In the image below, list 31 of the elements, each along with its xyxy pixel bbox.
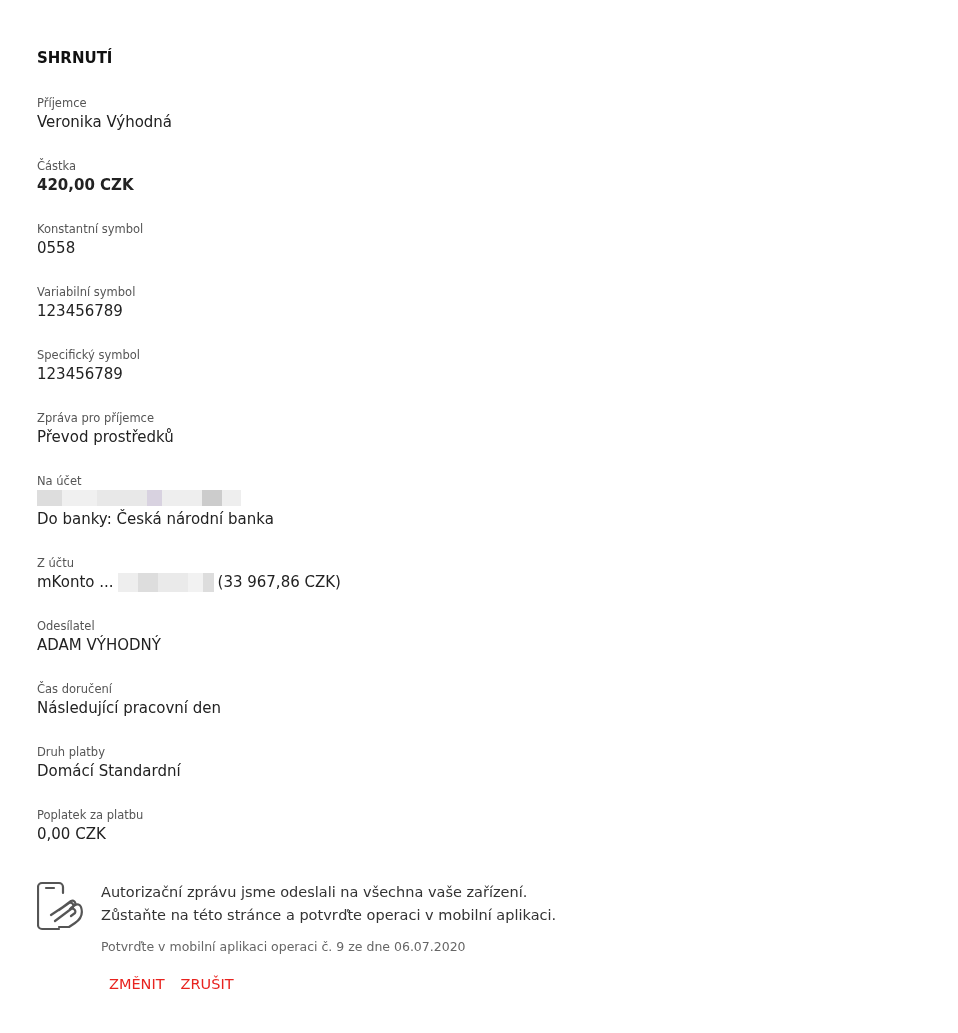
field-value: 123456789 [37,364,123,385]
account-name: mKonto ... [37,572,114,593]
field-value: 420,00 CZK [37,175,134,196]
field-label: Specifický symbol [37,348,140,363]
field-value: Následující pracovní den [37,698,222,719]
field-label: Zpráva pro příjemce [37,411,155,426]
field-label: Částka [37,159,77,174]
section-title: SHRNUTÍ [37,48,114,68]
field-label: Poplatek za platbu [37,808,144,823]
field-value: ADAM VÝHODNÝ [37,634,161,656]
authorization-message: Autorizační zprávu jsme odeslali na všechna vaše zařízení. Zůstaňte na této stránce a potvrďte operaci v mobilní aplikaci. [101,883,557,925]
field-value: Do banky: Česká národní banka [37,508,274,530]
action-link[interactable]: ZMĚNIT [109,976,165,992]
account-balance: (33 967,86 CZK) [217,572,341,593]
field-label: Z účtu [37,556,74,571]
field-value: 123456789 [37,301,123,322]
action-link[interactable]: ZRUŠIT [180,976,234,992]
confirmation-note: Potvrďte v mobilní aplikaci operaci č. 9 ze dne 06.07.2020 [101,939,467,954]
field-label: Čas doručení [37,682,112,697]
phone-touch-icon [37,881,85,931]
field-value: 0558 [37,238,76,259]
field-value: Domácí Standardní [37,761,181,782]
field-value: Převod prostředků [37,427,174,448]
field-label: Variabilní symbol [37,285,136,300]
field-value: Veronika Výhodná [37,112,173,133]
field-label: Druh platby [37,745,105,760]
field-value: 0,00 CZK [37,824,106,845]
field-label: Odesílatel [37,619,95,634]
field-label: Příjemce [37,96,87,111]
field-label: Konstantní symbol [37,222,144,237]
field-label: Na účet [37,474,82,489]
